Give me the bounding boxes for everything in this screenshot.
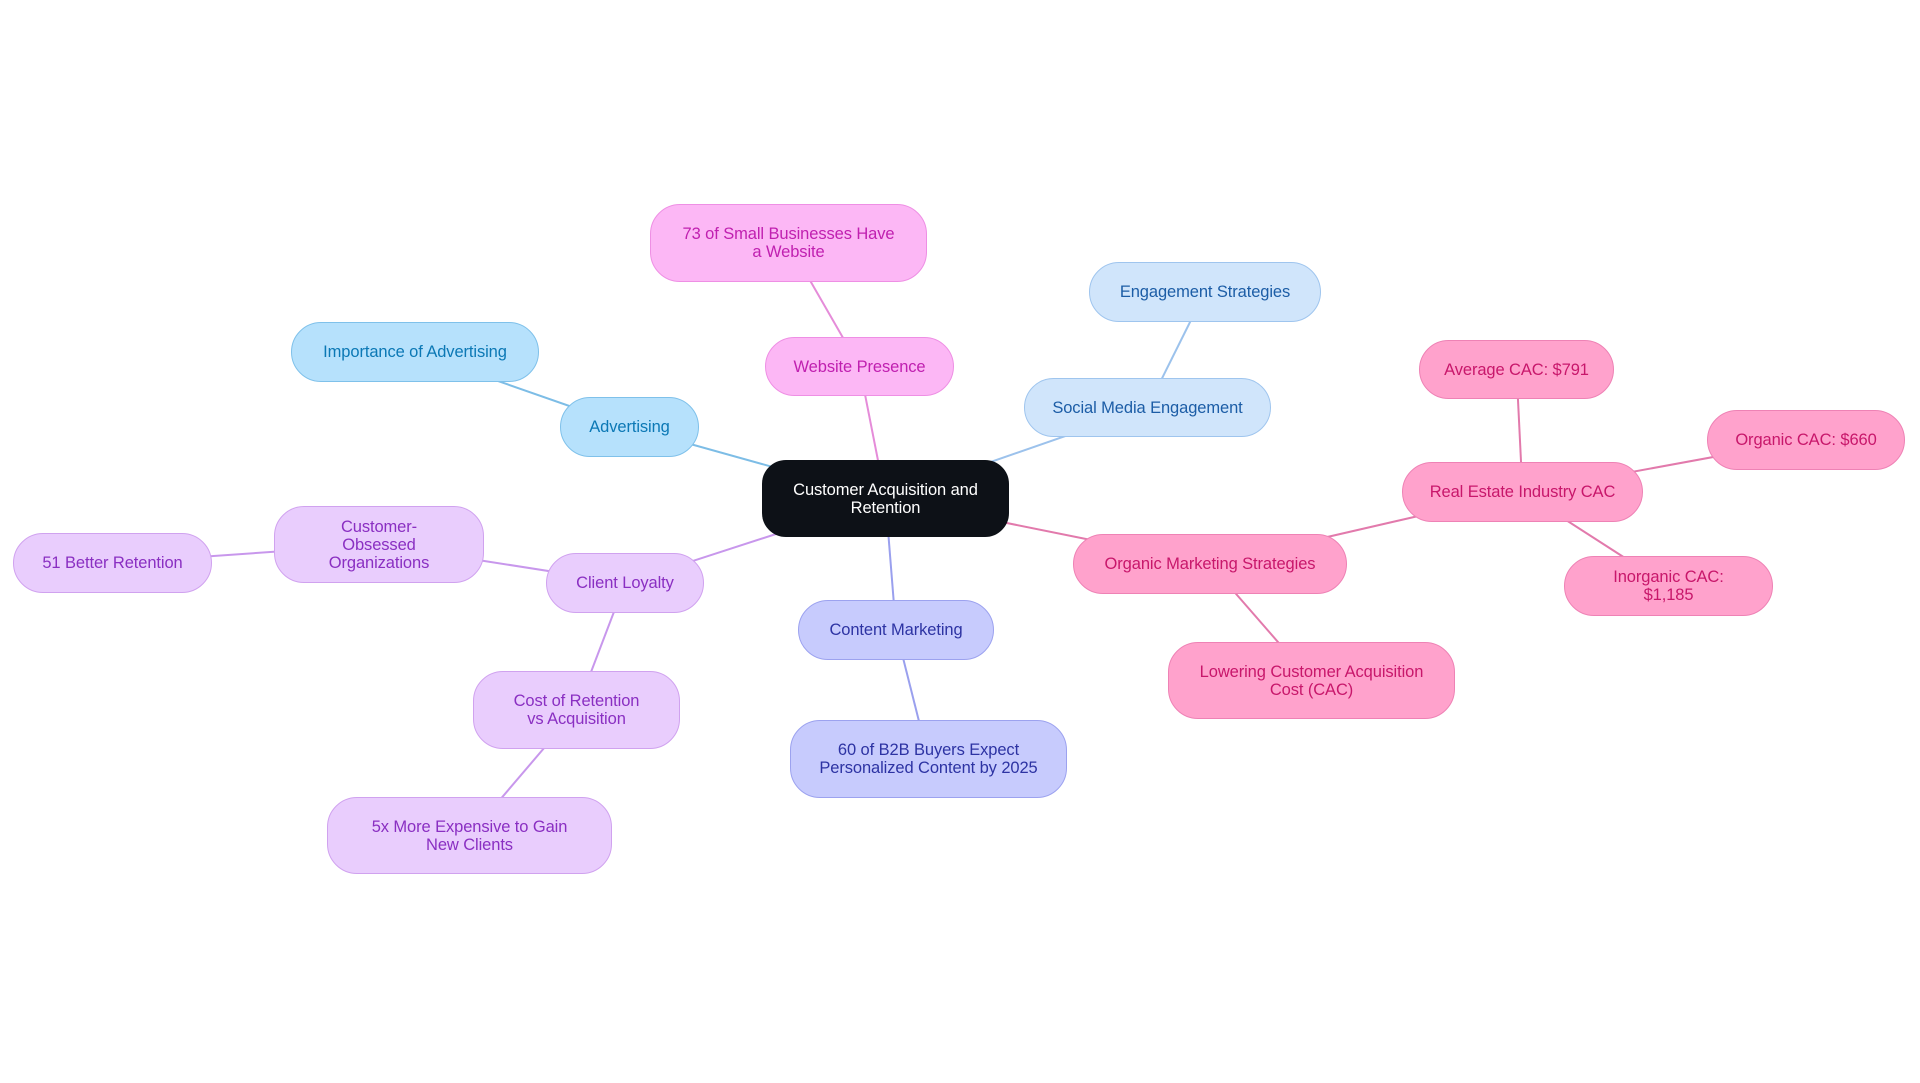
root-node-label: Customer Acquisition and Retention [793, 480, 978, 517]
node-real-estate-cac[interactable]: Real Estate Industry CAC [1402, 462, 1643, 522]
root-node[interactable]: Customer Acquisition and Retention [762, 460, 1009, 537]
node-organic-cac[interactable]: Organic CAC: $660 [1707, 410, 1905, 470]
node-inorganic-cac[interactable]: Inorganic CAC: $1,185 [1564, 556, 1773, 616]
node-label: Importance of Advertising [323, 343, 507, 361]
node-client-loyalty[interactable]: Client Loyalty [546, 553, 704, 613]
node-label: Social Media Engagement [1052, 398, 1243, 417]
node-better-retention[interactable]: 51 Better Retention [13, 533, 212, 593]
node-label: Customer-Obsessed Organizations [328, 517, 430, 572]
node-b2b-buyers[interactable]: 60 of B2B Buyers Expect Personalized Con… [790, 720, 1067, 798]
node-label: 5x More Expensive to Gain New Clients [371, 817, 568, 854]
node-website-presence[interactable]: Website Presence [765, 337, 954, 396]
node-label: Inorganic CAC: $1,185 [1613, 568, 1724, 604]
node-label: 73 of Small Businesses Have a Website [682, 225, 895, 261]
node-small-business-website[interactable]: 73 of Small Businesses Have a Website [650, 204, 927, 282]
node-label: Real Estate Industry CAC [1429, 483, 1616, 501]
node-importance-advertising[interactable]: Importance of Advertising [291, 322, 539, 382]
node-content-marketing[interactable]: Content Marketing [798, 600, 994, 660]
node-cost-retention[interactable]: Cost of Retention vs Acquisition [473, 671, 680, 749]
node-label: Lowering Customer Acquisition Cost (CAC) [1199, 662, 1424, 699]
node-label: Client Loyalty [576, 574, 674, 592]
node-customer-obsessed[interactable]: Customer-Obsessed Organizations [274, 506, 484, 583]
node-average-cac[interactable]: Average CAC: $791 [1419, 340, 1614, 399]
node-label: Cost of Retention vs Acquisition [513, 692, 640, 728]
node-engagement-strategies[interactable]: Engagement Strategies [1089, 262, 1321, 322]
node-label: Engagement Strategies [1119, 283, 1291, 301]
node-label: Organic Marketing Strategies [1104, 555, 1316, 573]
node-label: 60 of B2B Buyers Expect Personalized Con… [819, 741, 1038, 777]
node-more-expensive[interactable]: 5x More Expensive to Gain New Clients [327, 797, 612, 874]
node-label: Content Marketing [829, 621, 963, 639]
node-label: Advertising [589, 418, 670, 436]
node-label: Average CAC: $791 [1444, 360, 1589, 379]
node-social-media[interactable]: Social Media Engagement [1024, 378, 1271, 437]
node-label: 51 Better Retention [42, 554, 183, 572]
node-advertising[interactable]: Advertising [560, 397, 699, 457]
node-organic-marketing[interactable]: Organic Marketing Strategies [1073, 534, 1347, 594]
node-lowering-cac[interactable]: Lowering Customer Acquisition Cost (CAC) [1168, 642, 1455, 719]
node-label: Website Presence [793, 357, 926, 376]
node-label: Organic CAC: $660 [1735, 431, 1877, 449]
